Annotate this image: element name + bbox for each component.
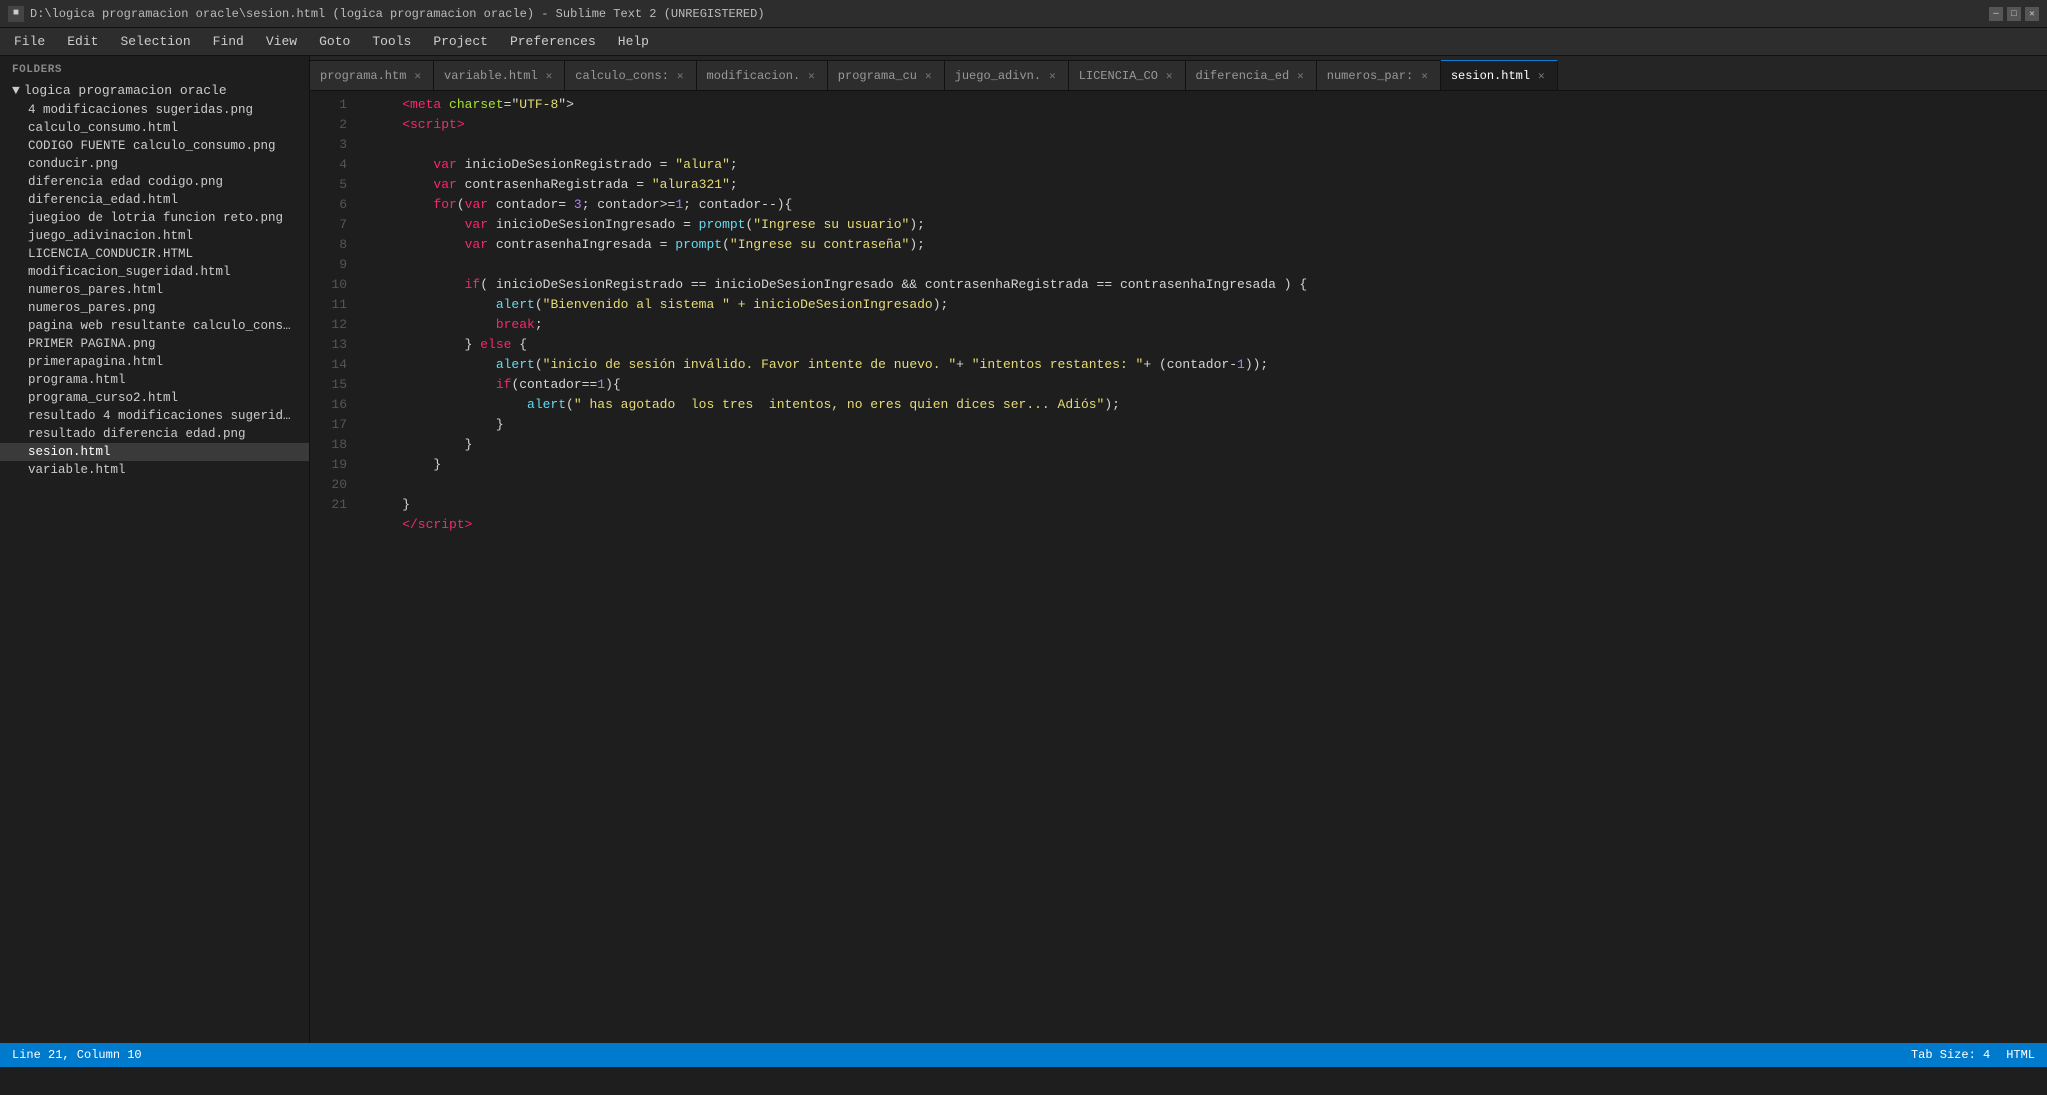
tab-size: Tab Size: 4: [1911, 1048, 1990, 1062]
sidebar-file[interactable]: LICENCIA_CONDUCIR.HTML: [0, 245, 309, 263]
menu-tools[interactable]: Tools: [362, 30, 421, 53]
sidebar-files: 4 modificaciones sugeridas.png calculo_c…: [0, 101, 309, 479]
tab-juego[interactable]: juego_adivn. ✕: [945, 60, 1069, 90]
main-layout: FOLDERS ▼ logica programacion oracle 4 m…: [0, 56, 2047, 1043]
sidebar-file[interactable]: 4 modificaciones sugeridas.png: [0, 101, 309, 119]
tab-label: calculo_cons:: [575, 69, 669, 83]
tab-close-numeros[interactable]: ✕: [1419, 68, 1430, 84]
menu-help[interactable]: Help: [608, 30, 659, 53]
sidebar-file-active[interactable]: sesion.html: [0, 443, 309, 461]
sidebar-file[interactable]: calculo_consumo.html: [0, 119, 309, 137]
menu-edit[interactable]: Edit: [57, 30, 108, 53]
folder-root[interactable]: ▼ logica programacion oracle: [0, 80, 309, 101]
sidebar-file[interactable]: variable.html: [0, 461, 309, 479]
titlebar: ■ D:\logica programacion oracle\sesion.h…: [0, 0, 2047, 28]
tab-label: modificacion.: [707, 69, 801, 83]
tab-programa[interactable]: programa.htm ✕: [310, 60, 434, 90]
menu-goto[interactable]: Goto: [309, 30, 360, 53]
window-controls[interactable]: ─ □ ✕: [1989, 7, 2039, 21]
tab-licencia[interactable]: LICENCIA_CO ✕: [1069, 60, 1186, 90]
sidebar-file[interactable]: numeros_pares.html: [0, 281, 309, 299]
tab-close-variable[interactable]: ✕: [544, 68, 555, 84]
tab-modificacion[interactable]: modificacion. ✕: [697, 60, 828, 90]
statusbar-right: Tab Size: 4 HTML: [1911, 1048, 2035, 1062]
code-area[interactable]: 12345 678910 1112131415 1617181920 21 <m…: [310, 91, 2047, 1043]
sidebar-file[interactable]: programa.html: [0, 371, 309, 389]
sidebar-file[interactable]: PRIMER PAGINA.png: [0, 335, 309, 353]
menu-find[interactable]: Find: [203, 30, 254, 53]
folder-arrow: ▼: [12, 83, 20, 98]
menubar: File Edit Selection Find View Goto Tools…: [0, 28, 2047, 56]
tab-label: juego_adivn.: [955, 69, 1041, 83]
tab-diferencia[interactable]: diferencia_ed ✕: [1186, 60, 1317, 90]
sidebar: FOLDERS ▼ logica programacion oracle 4 m…: [0, 56, 310, 1043]
tab-label: LICENCIA_CO: [1079, 69, 1158, 83]
menu-selection[interactable]: Selection: [110, 30, 200, 53]
menu-file[interactable]: File: [4, 30, 55, 53]
sidebar-file[interactable]: modificacion_sugeridad.html: [0, 263, 309, 281]
statusbar: Line 21, Column 10 Tab Size: 4 HTML: [0, 1043, 2047, 1067]
tab-programa-cu[interactable]: programa_cu ✕: [828, 60, 945, 90]
close-button[interactable]: ✕: [2025, 7, 2039, 21]
tab-label: numeros_par:: [1327, 69, 1413, 83]
sidebar-file[interactable]: primerapagina.html: [0, 353, 309, 371]
tab-close-programa[interactable]: ✕: [412, 68, 423, 84]
statusbar-left: Line 21, Column 10: [12, 1048, 142, 1062]
tab-variable[interactable]: variable.html ✕: [434, 60, 565, 90]
code-content[interactable]: <meta charset="UTF-8"> <script> var inic…: [355, 91, 2047, 1043]
tab-close-sesion[interactable]: ✕: [1536, 68, 1547, 84]
sidebar-file[interactable]: CODIGO FUENTE calculo_consumo.png: [0, 137, 309, 155]
tab-close-diferencia[interactable]: ✕: [1295, 68, 1306, 84]
sidebar-file[interactable]: diferencia_edad.html: [0, 191, 309, 209]
tab-label: sesion.html: [1451, 69, 1530, 83]
maximize-button[interactable]: □: [2007, 7, 2021, 21]
sidebar-file[interactable]: resultado diferencia edad.png: [0, 425, 309, 443]
tab-close-programa-cu[interactable]: ✕: [923, 68, 934, 84]
tab-sesion[interactable]: sesion.html ✕: [1441, 60, 1558, 90]
sidebar-file[interactable]: programa_curso2.html: [0, 389, 309, 407]
language-mode: HTML: [2006, 1048, 2035, 1062]
sidebar-file[interactable]: juego_adivinacion.html: [0, 227, 309, 245]
sidebar-file[interactable]: diferencia edad codigo.png: [0, 173, 309, 191]
tab-close-calculo[interactable]: ✕: [675, 68, 686, 84]
minimize-button[interactable]: ─: [1989, 7, 2003, 21]
cursor-position: Line 21, Column 10: [12, 1048, 142, 1062]
folder-name: logica programacion oracle: [24, 83, 227, 98]
menu-preferences[interactable]: Preferences: [500, 30, 606, 53]
tab-close-juego[interactable]: ✕: [1047, 68, 1058, 84]
tab-close-modificacion[interactable]: ✕: [806, 68, 817, 84]
sidebar-file[interactable]: conducir.png: [0, 155, 309, 173]
sidebar-file[interactable]: juegioo de lotria funcion reto.png: [0, 209, 309, 227]
tabs-bar: programa.htm ✕ variable.html ✕ calculo_c…: [310, 56, 2047, 91]
tab-close-licencia[interactable]: ✕: [1164, 68, 1175, 84]
menu-project[interactable]: Project: [423, 30, 498, 53]
folders-label: FOLDERS: [0, 56, 309, 80]
tab-label: programa_cu: [838, 69, 917, 83]
app-icon: ■: [8, 6, 24, 22]
tab-label: programa.htm: [320, 69, 406, 83]
editor-panel: programa.htm ✕ variable.html ✕ calculo_c…: [310, 56, 2047, 1043]
sidebar-file[interactable]: numeros_pares.png: [0, 299, 309, 317]
tab-label: variable.html: [444, 69, 538, 83]
line-numbers: 12345 678910 1112131415 1617181920 21: [310, 91, 355, 1043]
sidebar-file[interactable]: pagina web resultante calculo_consumo.pn…: [0, 317, 309, 335]
tab-numeros[interactable]: numeros_par: ✕: [1317, 60, 1441, 90]
sidebar-file[interactable]: resultado 4 modificaciones sugeridas.png: [0, 407, 309, 425]
tab-calculo[interactable]: calculo_cons: ✕: [565, 60, 696, 90]
menu-view[interactable]: View: [256, 30, 307, 53]
window-title: D:\logica programacion oracle\sesion.htm…: [30, 7, 1989, 21]
tab-label: diferencia_ed: [1196, 69, 1290, 83]
